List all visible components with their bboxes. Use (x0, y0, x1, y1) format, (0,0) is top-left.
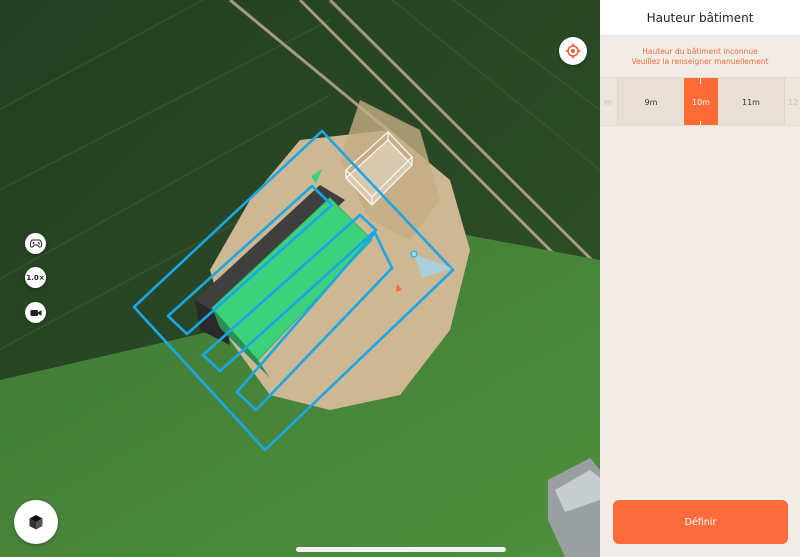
satellite-map[interactable] (0, 0, 600, 557)
speed-label: 1.0× (26, 273, 45, 282)
building-height-panel: Hauteur bâtiment Hauteur du bâtiment inc… (600, 0, 800, 557)
define-button[interactable]: Définir (613, 500, 788, 544)
height-option-9m[interactable]: 9m (618, 78, 684, 125)
panel-header: Hauteur bâtiment (600, 0, 800, 36)
warning-line-1: Hauteur du bâtiment inconnue (642, 47, 758, 56)
warning-line-2: Veuillez la renseigner manuellement (631, 57, 769, 66)
map-view[interactable]: 1.0× (0, 0, 600, 557)
video-camera-icon (30, 309, 41, 316)
height-option-fragment-right: 12 (787, 98, 799, 107)
speed-button[interactable]: 1.0× (25, 267, 46, 288)
height-option-10m[interactable]: 10m (684, 78, 718, 125)
height-warning: Hauteur du bâtiment inconnue Veuillez la… (600, 36, 800, 67)
locate-icon (565, 43, 581, 59)
home-indicator (296, 547, 506, 552)
gamepad-icon (29, 239, 42, 248)
cube-icon (29, 515, 43, 530)
panel-title: Hauteur bâtiment (646, 10, 754, 25)
camera-button[interactable] (25, 302, 46, 323)
height-option-fragment-left: m (604, 98, 612, 107)
gamepad-button[interactable] (25, 233, 46, 254)
view-3d-button[interactable] (14, 500, 58, 544)
height-picker[interactable]: m 9m 10m 11m 12 (600, 77, 800, 126)
locate-button[interactable] (559, 37, 587, 65)
height-option-11m[interactable]: 11m (718, 78, 784, 125)
